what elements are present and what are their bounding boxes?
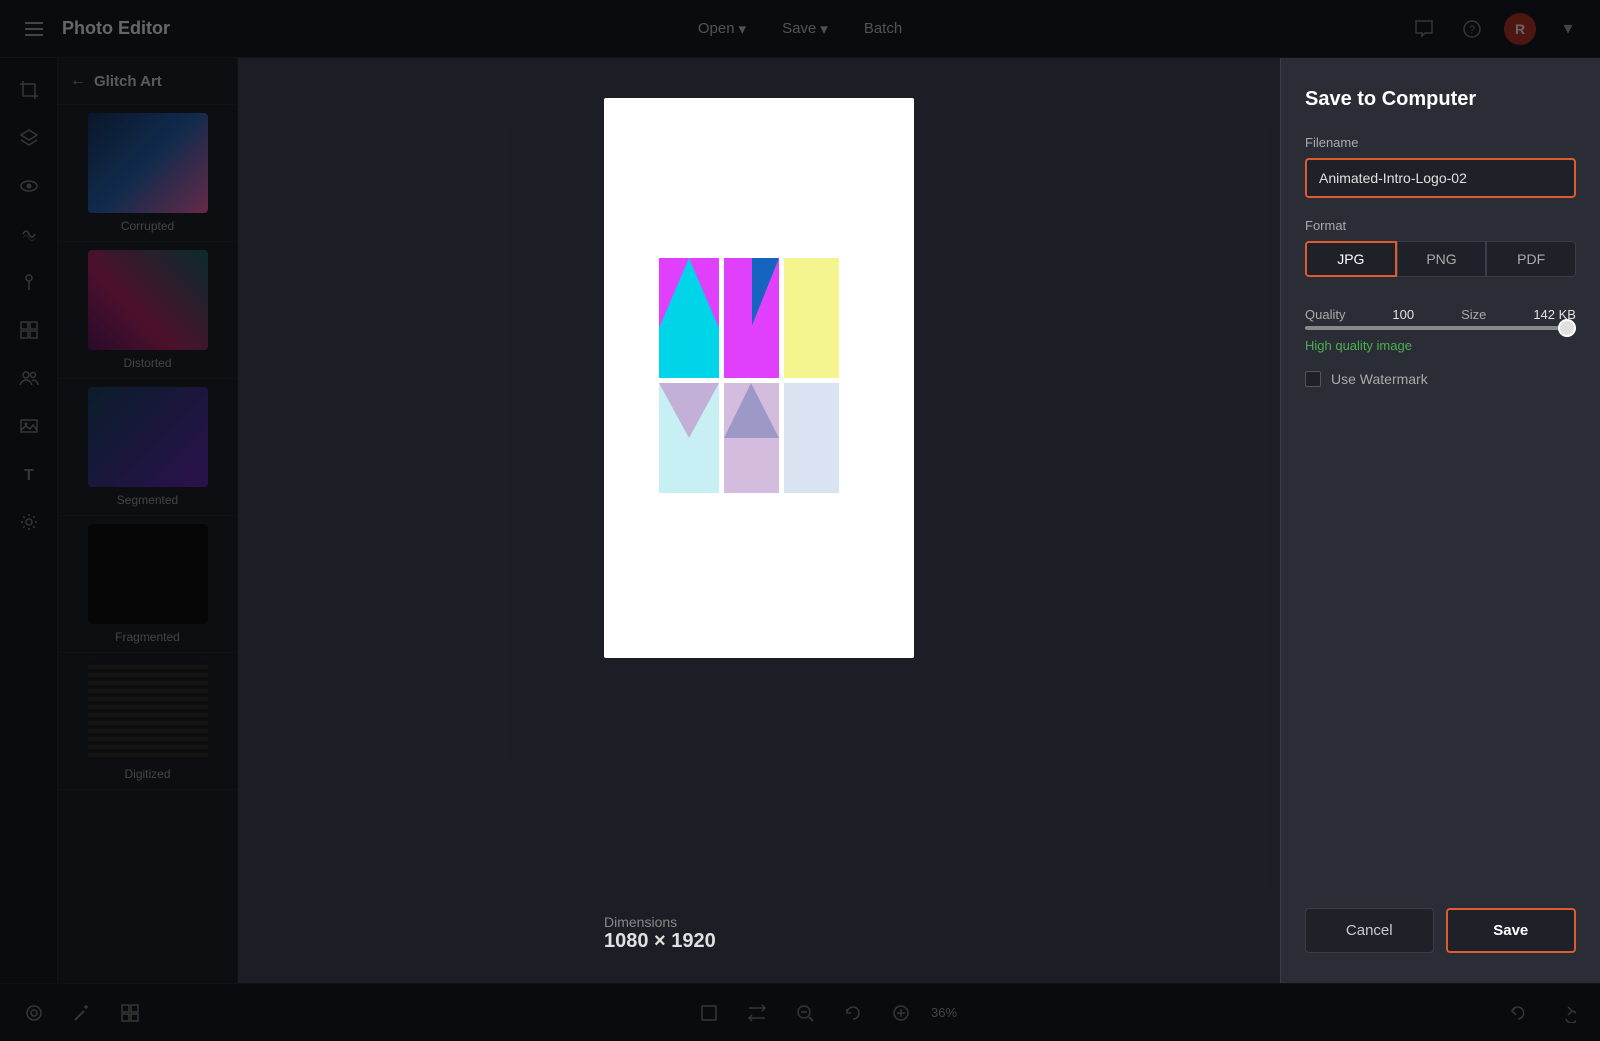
image-preview-wrapper bbox=[604, 98, 914, 658]
format-section: Format JPG PNG PDF bbox=[1305, 218, 1576, 291]
dimensions-label: Dimensions bbox=[604, 914, 914, 930]
save-dialog: Save to Computer Filename Format JPG PNG… bbox=[1280, 58, 1600, 983]
preview-dimensions: Dimensions 1080 × 1920 bbox=[604, 914, 914, 953]
filename-label: Filename bbox=[1305, 135, 1576, 150]
quality-slider-row bbox=[1305, 326, 1576, 330]
watermark-checkbox[interactable] bbox=[1305, 371, 1321, 387]
format-label: Format bbox=[1305, 218, 1576, 233]
dimensions-value: 1080 × 1920 bbox=[604, 930, 914, 953]
quality-description: High quality image bbox=[1305, 338, 1576, 353]
filename-input[interactable] bbox=[1305, 158, 1576, 198]
quality-slider[interactable] bbox=[1305, 326, 1576, 330]
logo-preview-image bbox=[639, 238, 879, 518]
save-file-button[interactable]: Save bbox=[1446, 908, 1577, 953]
watermark-label: Use Watermark bbox=[1331, 371, 1428, 387]
dialog-buttons: Cancel Save bbox=[1305, 888, 1576, 953]
watermark-row: Use Watermark bbox=[1305, 371, 1576, 387]
format-pdf-button[interactable]: PDF bbox=[1486, 241, 1576, 277]
format-jpg-button[interactable]: JPG bbox=[1305, 241, 1397, 277]
format-buttons: JPG PNG PDF bbox=[1305, 241, 1576, 277]
dialog-title: Save to Computer bbox=[1305, 88, 1576, 111]
dialog-container: Dimensions 1080 × 1920 Save to Computer … bbox=[238, 58, 1600, 983]
format-png-button[interactable]: PNG bbox=[1397, 241, 1487, 277]
image-preview-panel: Dimensions 1080 × 1920 bbox=[238, 58, 1280, 983]
cancel-button[interactable]: Cancel bbox=[1305, 908, 1434, 953]
